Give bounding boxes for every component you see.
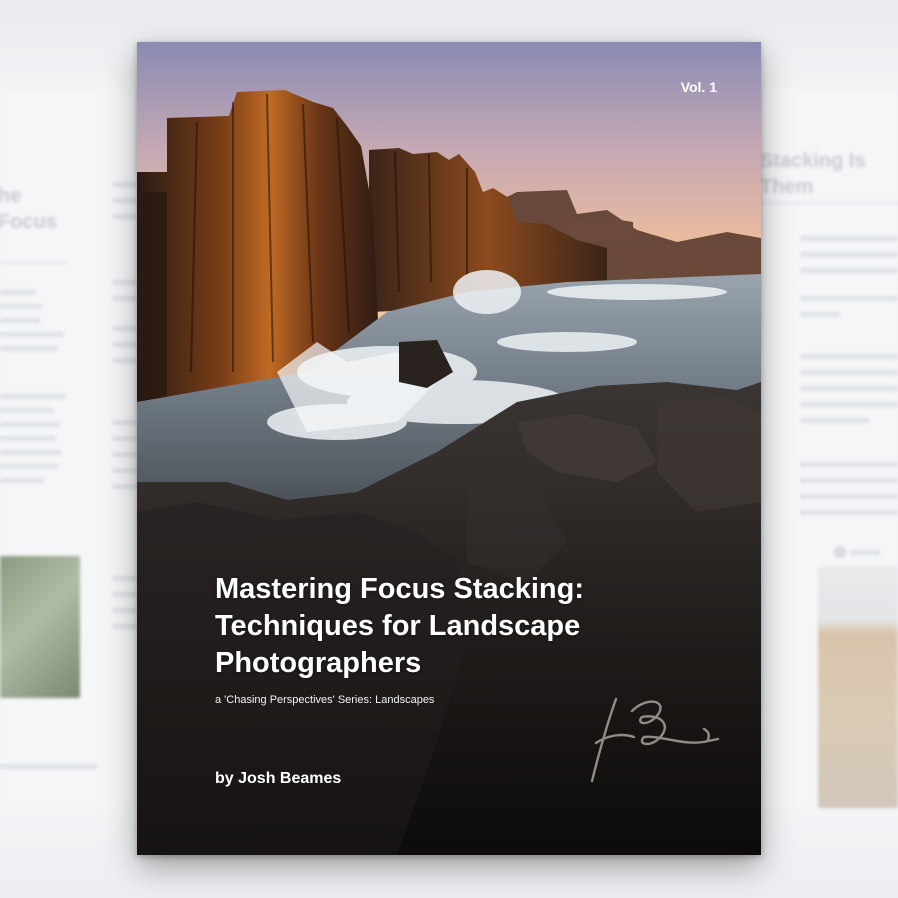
author-name: by Josh Beames <box>215 770 342 787</box>
text-line <box>0 346 58 351</box>
text-line <box>112 452 138 457</box>
text-line <box>0 764 98 769</box>
left-page-heading: he Focus <box>0 185 57 233</box>
text-line <box>800 370 898 375</box>
text-line <box>112 182 138 187</box>
text-line <box>800 478 898 483</box>
text-line <box>0 332 64 337</box>
text-line <box>800 236 898 241</box>
background-page-right: Stacking Is Them <box>760 90 898 808</box>
text-line <box>800 354 898 359</box>
author-signature <box>590 697 720 783</box>
text-line <box>112 608 138 613</box>
text-line <box>112 576 138 581</box>
text-line <box>112 592 138 597</box>
text-line <box>800 462 898 467</box>
text-line <box>800 252 898 257</box>
image-placeholder <box>0 556 80 698</box>
text-line <box>800 418 870 423</box>
text-line <box>0 464 58 469</box>
text-line <box>112 358 138 363</box>
text-line <box>800 386 898 391</box>
text-line <box>112 420 138 425</box>
text-line <box>800 494 898 499</box>
text-line <box>112 280 138 285</box>
text-line <box>800 268 898 273</box>
book-cover: Vol. 1 Mastering Focus Stacking: Techniq… <box>137 42 761 855</box>
text-line <box>0 318 40 323</box>
text-line <box>800 296 898 301</box>
volume-label: Vol. 1 <box>680 79 717 95</box>
text-line <box>112 624 138 629</box>
text-line <box>112 296 138 301</box>
text-line <box>0 436 56 441</box>
book-title: Mastering Focus Stacking: Techniques for… <box>215 573 585 679</box>
text-line <box>112 326 138 331</box>
text-line <box>0 478 44 483</box>
text-line <box>800 402 898 407</box>
text-line <box>850 550 880 555</box>
text-line <box>112 484 138 489</box>
text-line <box>0 290 36 295</box>
right-page-heading: Stacking Is Them <box>760 150 866 198</box>
text-line <box>0 422 60 427</box>
text-line <box>800 510 898 515</box>
image-placeholder <box>818 566 898 808</box>
text-line <box>0 394 66 399</box>
text-line <box>0 450 62 455</box>
avatar-icon <box>834 546 846 558</box>
background-page-left: he Focus <box>0 90 138 808</box>
text-line <box>112 198 138 203</box>
text-line <box>800 312 840 317</box>
text-line <box>112 214 138 219</box>
text-line <box>0 304 42 309</box>
right-page-rule <box>760 202 898 204</box>
text-line <box>112 468 138 473</box>
left-page-rule <box>0 262 68 264</box>
text-line <box>112 342 138 347</box>
book-subtitle: a 'Chasing Perspectives' Series: Landsca… <box>215 694 435 706</box>
text-line <box>112 436 138 441</box>
text-line <box>0 408 54 413</box>
